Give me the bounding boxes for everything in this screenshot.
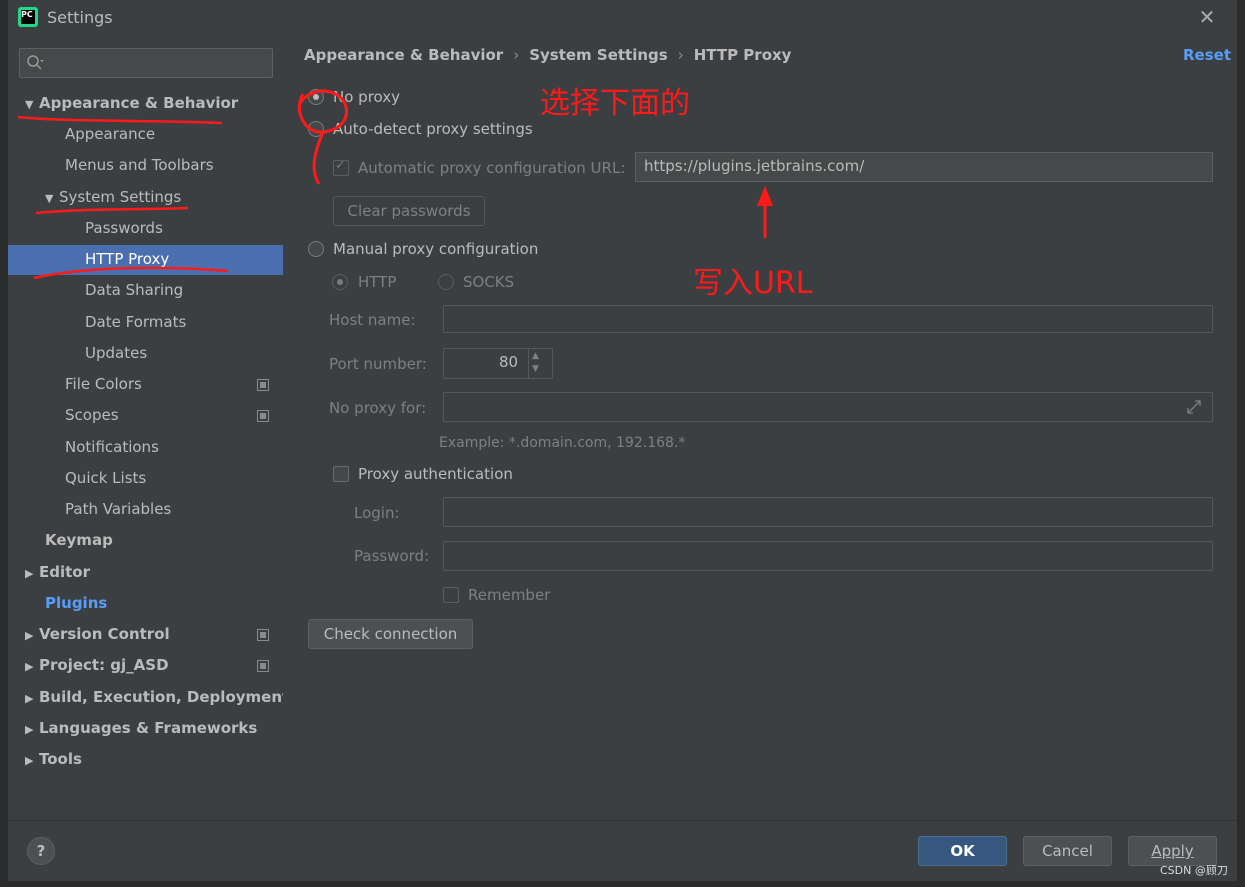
window-title: Settings — [47, 8, 113, 27]
sidebar-item-label: Version Control — [39, 625, 170, 643]
project-level-icon — [257, 410, 269, 422]
settings-dialog: PC Settings ✕ ▼ Appearance & Behavior App… — [8, 0, 1237, 881]
http-radio[interactable] — [332, 274, 348, 290]
annotation-enter-url: 写入URL — [693, 266, 813, 301]
collapsed-arrow-icon: ▶ — [25, 629, 34, 642]
socks-label: SOCKS — [463, 273, 515, 291]
no-proxy-for-label: No proxy for: — [329, 399, 427, 417]
collapsed-arrow-icon: ▶ — [25, 723, 34, 736]
sidebar-item-date-formats[interactable]: Date Formats — [85, 309, 186, 335]
sidebar-item-version-control[interactable]: ▶ Version Control — [25, 621, 170, 647]
login-field[interactable] — [443, 497, 1213, 527]
port-number-label: Port number: — [329, 355, 427, 373]
annotation-marks — [297, 89, 773, 238]
sidebar-item-notifications[interactable]: Notifications — [65, 434, 159, 460]
check-connection-button[interactable]: Check connection — [308, 619, 473, 649]
stepper-divider — [528, 349, 529, 378]
stepper-down-icon[interactable]: ▼ — [532, 364, 539, 374]
socks-radio[interactable] — [438, 274, 454, 290]
host-name-label: Host name: — [329, 311, 416, 329]
sidebar-item-label: Tools — [39, 750, 82, 768]
stepper-up-icon[interactable]: ▲ — [532, 351, 539, 361]
password-label: Password: — [354, 547, 430, 565]
desktop-edge-left — [0, 0, 8, 887]
sidebar-item-editor[interactable]: ▶ Editor — [25, 559, 90, 585]
close-icon[interactable]: ✕ — [1196, 6, 1218, 28]
sidebar-item-label: Editor — [39, 563, 90, 581]
remember-label: Remember — [468, 586, 551, 604]
cancel-button[interactable]: Cancel — [1023, 836, 1112, 866]
sidebar-item-tools[interactable]: ▶ Tools — [25, 746, 82, 772]
proxy-auth-label[interactable]: Proxy authentication — [358, 465, 513, 483]
sidebar-item-label: Languages & Frameworks — [39, 719, 258, 737]
no-proxy-example-text: Example: *.domain.com, 192.168.* — [439, 435, 686, 451]
project-level-icon — [257, 660, 269, 672]
sidebar-item-updates[interactable]: Updates — [85, 340, 147, 366]
http-label: HTTP — [358, 273, 397, 291]
collapsed-arrow-icon: ▶ — [25, 692, 34, 705]
host-name-field[interactable] — [443, 305, 1213, 333]
no-proxy-for-field[interactable] — [443, 392, 1213, 422]
sidebar-item-label: Build, Execution, Deployment — [39, 688, 290, 706]
expand-icon[interactable] — [1186, 399, 1202, 415]
sidebar-item-languages-frameworks[interactable]: ▶ Languages & Frameworks — [25, 715, 257, 741]
pycharm-app-icon: PC — [18, 7, 38, 27]
sidebar-item-scopes[interactable]: Scopes — [65, 402, 119, 428]
password-field[interactable] — [443, 541, 1213, 571]
sidebar-item-quick-lists[interactable]: Quick Lists — [65, 465, 146, 491]
collapsed-arrow-icon: ▶ — [25, 567, 34, 580]
sidebar-item-plugins[interactable]: Plugins — [45, 590, 107, 616]
sidebar-item-file-colors[interactable]: File Colors — [65, 371, 142, 397]
help-button[interactable]: ? — [27, 837, 55, 865]
proxy-auth-checkbox[interactable] — [333, 466, 349, 482]
port-number-value: 80 — [499, 353, 519, 371]
app-icon-text: PC — [21, 10, 35, 24]
project-level-icon — [257, 629, 269, 641]
dialog-footer: ? OK Cancel Apply — [8, 820, 1237, 881]
sidebar-red-underlines — [17, 115, 229, 280]
collapsed-arrow-icon: ▶ — [25, 754, 34, 767]
sidebar-item-project[interactable]: ▶ Project: gj_ASD — [25, 652, 169, 678]
reset-link[interactable]: Reset — [1183, 46, 1231, 64]
sidebar-item-build-execution-deployment[interactable]: ▶ Build, Execution, Deployment — [25, 684, 289, 710]
remember-checkbox[interactable] — [443, 587, 459, 603]
sidebar-item-keymap[interactable]: Keymap — [45, 527, 113, 553]
title-bar: PC Settings ✕ — [8, 0, 1237, 36]
port-number-stepper[interactable]: 80 ▲ ▼ — [443, 348, 553, 379]
ok-button[interactable]: OK — [918, 836, 1007, 866]
http-proxy-panel: Appearance & Behavior › System Settings › HT… — [283, 36, 1237, 820]
login-label: Login: — [354, 504, 400, 522]
settings-sidebar: ▼ Appearance & Behavior Appearance Menus … — [8, 36, 289, 820]
sidebar-item-path-variables[interactable]: Path Variables — [65, 496, 171, 522]
sidebar-item-label: Project: gj_ASD — [39, 656, 169, 674]
collapsed-arrow-icon: ▶ — [25, 660, 34, 673]
project-level-icon — [257, 379, 269, 391]
csdn-watermark: CSDN @顾刀 — [1160, 864, 1228, 877]
